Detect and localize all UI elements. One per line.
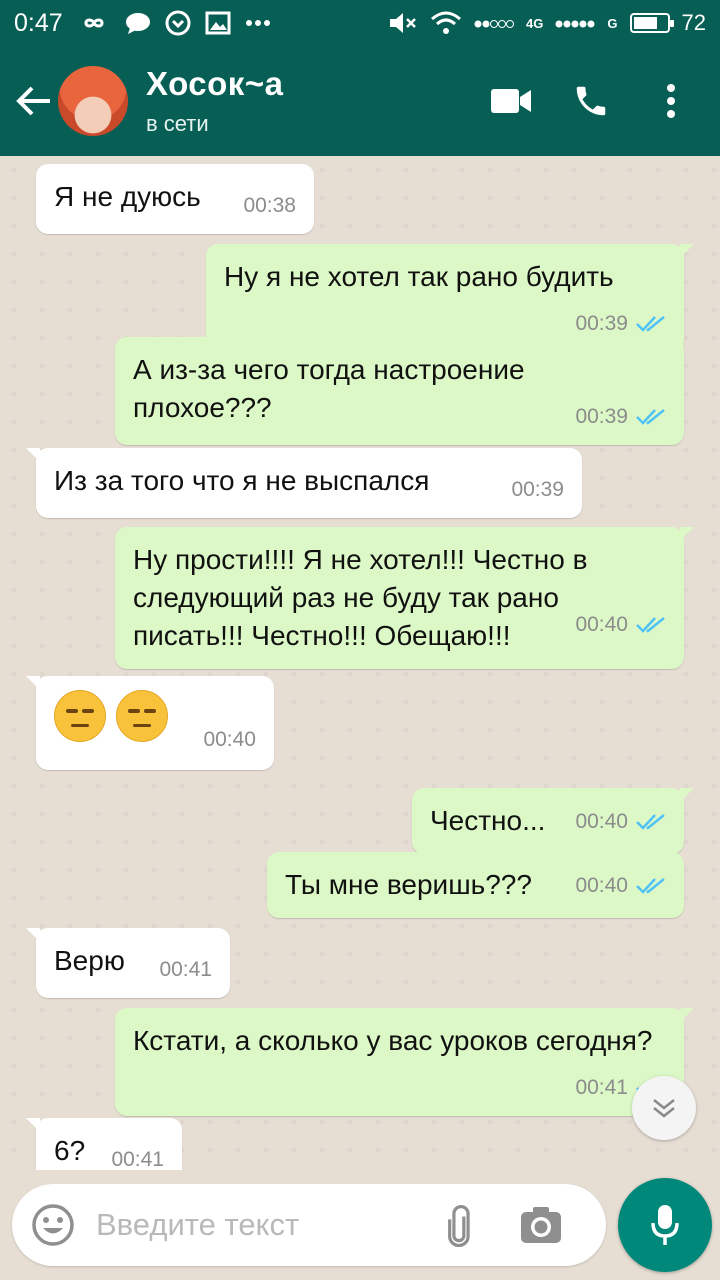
- message-text: Из за того что я не выспался: [54, 465, 430, 496]
- double-chevron-down-icon: [653, 1099, 675, 1118]
- message-time: 00:41: [575, 1076, 628, 1099]
- message-time: 00:38: [243, 194, 296, 217]
- message-list[interactable]: Я не дуюсь 00:38 Ну я не хотел так рано …: [0, 156, 720, 1170]
- battery-icon: [629, 13, 674, 33]
- battery-level: 72: [681, 10, 706, 35]
- message-bubble-incoming[interactable]: Я не дуюсь 00:38: [36, 164, 314, 234]
- message-time: 00:40: [575, 810, 628, 833]
- contact-info[interactable]: Хосок~а в сети: [146, 65, 283, 137]
- message-input[interactable]: [96, 1207, 426, 1243]
- contact-name: Хосок~а: [146, 65, 284, 102]
- infinity-icon: [77, 13, 111, 33]
- message-time: 00:41: [159, 958, 212, 981]
- message-text: Кстати, а сколько у вас уроков сегодня?: [133, 1025, 653, 1056]
- signal-icon-2: [555, 16, 595, 30]
- image-icon: [205, 11, 231, 35]
- message-text: Верю: [54, 945, 125, 976]
- message-time: 00:40: [203, 728, 256, 751]
- more-dots-icon: [245, 19, 271, 27]
- avatar[interactable]: [58, 66, 128, 136]
- contact-status: в сети: [146, 111, 209, 136]
- read-ticks-icon: [636, 315, 666, 333]
- message-time: 00:39: [511, 478, 564, 501]
- camera-icon[interactable]: [516, 1200, 566, 1250]
- message-text: Я не дуюсь: [54, 181, 201, 212]
- message-bubble-outgoing[interactable]: Ну я не хотел так рано будить 00:39: [206, 244, 694, 352]
- more-vert-icon[interactable]: [646, 76, 696, 126]
- phone-icon[interactable]: [566, 76, 616, 126]
- message-bubble-outgoing[interactable]: А из-за чего тогда настроение плохое??? …: [115, 337, 684, 445]
- chat-header: Хосок~а в сети: [0, 46, 720, 156]
- message-bubble-outgoing[interactable]: Ты мне веришь??? 00:40: [267, 852, 684, 918]
- download-icon: [165, 10, 191, 36]
- message-bubble-incoming[interactable]: 00:40: [26, 676, 274, 770]
- message-bubble-incoming[interactable]: Из за того что я не выспался 00:39: [26, 448, 582, 518]
- composer-pill: [12, 1184, 606, 1266]
- status-time: 0:47: [14, 8, 63, 37]
- chat-bubble-icon: [125, 11, 151, 35]
- scroll-to-bottom-button[interactable]: [632, 1076, 696, 1140]
- expressionless-face-icon: [116, 690, 168, 742]
- expressionless-face-icon: [54, 690, 106, 742]
- message-time: 00:39: [575, 405, 628, 428]
- read-ticks-icon: [636, 877, 666, 895]
- mute-icon: [388, 10, 418, 36]
- emoji-icon[interactable]: [30, 1202, 76, 1248]
- message-text: Ну я не хотел так рано будить: [224, 261, 614, 292]
- message-bubble-incoming[interactable]: 6? 00:41: [26, 1118, 182, 1170]
- message-time: 00:41: [111, 1148, 164, 1170]
- status-bar: 0:47 4G G 72: [0, 0, 720, 46]
- message-bubble-outgoing[interactable]: Ну прости!!!! Я не хотел!!! Честно в сле…: [115, 527, 694, 669]
- message-text: Честно...: [430, 805, 546, 836]
- message-text: 6?: [54, 1135, 86, 1166]
- wifi-icon: [430, 10, 462, 36]
- back-arrow-icon[interactable]: [10, 77, 58, 125]
- message-time: 00:39: [575, 312, 628, 335]
- network-type-1: 4G: [526, 15, 544, 31]
- message-bubble-outgoing[interactable]: Кстати, а сколько у вас уроков сегодня? …: [115, 1008, 694, 1116]
- message-text: Ты мне веришь???: [285, 869, 532, 900]
- message-bubble-incoming[interactable]: Верю 00:41: [26, 928, 230, 998]
- video-call-icon[interactable]: [486, 76, 536, 126]
- message-text: Ну прости!!!! Я не хотел!!! Честно в сле…: [133, 544, 588, 651]
- message-time: 00:40: [575, 613, 628, 636]
- message-bubble-outgoing[interactable]: Честно... 00:40: [412, 788, 694, 854]
- attach-icon[interactable]: [436, 1200, 486, 1250]
- read-ticks-icon: [636, 408, 666, 426]
- mic-icon[interactable]: [618, 1178, 712, 1272]
- read-ticks-icon: [636, 813, 666, 831]
- signal-icon: [474, 16, 515, 30]
- network-type-2: G: [607, 15, 618, 31]
- read-ticks-icon: [636, 616, 666, 634]
- composer-bar: [0, 1170, 720, 1280]
- message-time: 00:40: [575, 874, 628, 897]
- message-text: А из-за чего тогда настроение плохое???: [133, 354, 525, 423]
